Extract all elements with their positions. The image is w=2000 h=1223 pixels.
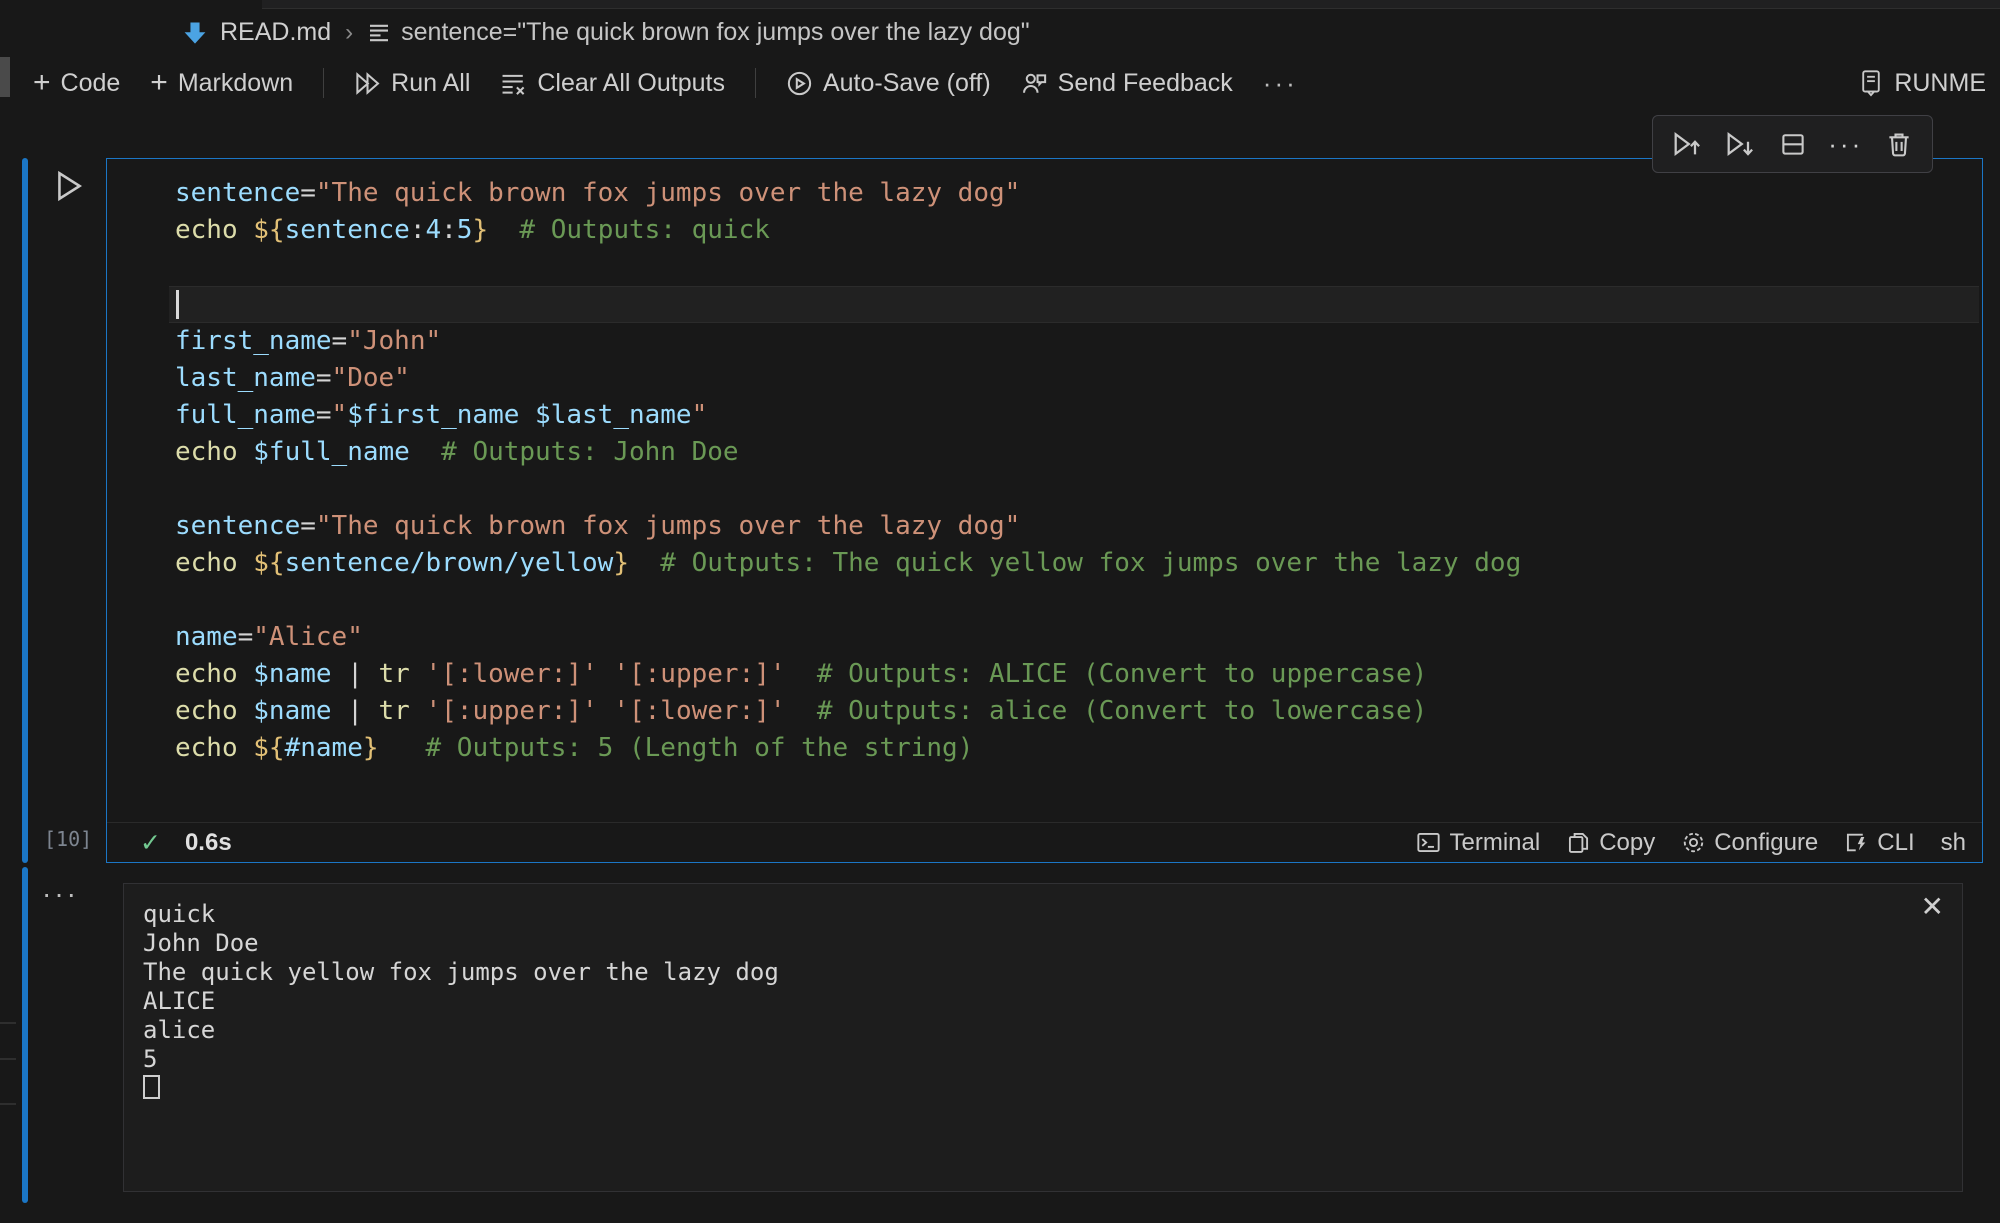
output-line: ALICE <box>143 987 1942 1016</box>
code-line[interactable]: echo $full_name # Outputs: John Doe <box>175 434 1982 471</box>
auto-save-toggle[interactable]: Auto-Save (off) <box>786 69 991 98</box>
terminal-icon <box>1416 830 1441 855</box>
code-lines: sentence="The quick brown fox jumps over… <box>175 175 1982 767</box>
configure-button[interactable]: Configure <box>1681 829 1818 857</box>
toolbar-divider <box>323 68 324 98</box>
markdown-file-icon <box>182 20 208 46</box>
code-line[interactable]: last_name="Doe" <box>175 360 1982 397</box>
add-markdown-label: Markdown <box>178 69 293 98</box>
execution-count-label: [10] <box>44 827 92 851</box>
code-line[interactable]: echo ${sentence/brown/yellow} # Outputs:… <box>175 545 1982 582</box>
cli-icon <box>1844 830 1869 855</box>
notebook-toolbar: + Code + Markdown Run All Clear All Outp… <box>0 56 2000 110</box>
runme-icon <box>1858 69 1884 97</box>
code-line[interactable] <box>175 582 1982 619</box>
breadcrumb-section[interactable]: sentence="The quick brown fox jumps over… <box>367 18 1030 47</box>
plus-icon: + <box>33 68 51 98</box>
clear-outputs-icon <box>500 70 527 97</box>
left-gutter-mark <box>0 1103 16 1105</box>
toolbar-more-button[interactable]: ··· <box>1263 68 1298 99</box>
tab-bar-edge <box>0 0 2000 9</box>
plus-icon: + <box>150 68 168 98</box>
output-focus-indicator[interactable] <box>22 867 28 1203</box>
output-line: The quick yellow fox jumps over the lazy… <box>143 958 1942 987</box>
output-line: quick <box>143 900 1942 929</box>
execution-duration: 0.6s <box>185 829 232 857</box>
add-code-label: Code <box>61 69 121 98</box>
output-line: 5 <box>143 1045 1942 1074</box>
code-line[interactable] <box>175 471 1982 508</box>
code-line[interactable]: sentence="The quick brown fox jumps over… <box>175 508 1982 545</box>
cli-label: CLI <box>1877 829 1914 857</box>
runme-extension-button[interactable]: RUNME <box>1858 69 1986 98</box>
cell-status-bar: ✓ 0.6s Terminal Copy <box>107 822 1982 862</box>
terminal-label: Terminal <box>1449 829 1540 857</box>
output-line: John Doe <box>143 929 1942 958</box>
code-line[interactable]: echo ${#name} # Outputs: 5 (Length of th… <box>175 730 1982 767</box>
output-more-actions[interactable]: ··· <box>42 878 79 910</box>
breadcrumb-file[interactable]: READ.md <box>220 18 331 47</box>
terminal-button[interactable]: Terminal <box>1416 829 1540 857</box>
code-cell: sentence="The quick brown fox jumps over… <box>106 158 1983 863</box>
run-all-button[interactable]: Run All <box>354 69 470 98</box>
send-feedback-button[interactable]: Send Feedback <box>1021 69 1233 98</box>
split-cell-button[interactable] <box>1776 127 1810 161</box>
output-lines: quickJohn DoeThe quick yellow fox jumps … <box>143 900 1942 1103</box>
symbol-list-icon <box>367 21 391 45</box>
copy-label: Copy <box>1599 829 1655 857</box>
code-line[interactable]: first_name="John" <box>175 323 1982 360</box>
toolbar-divider <box>755 68 756 98</box>
clear-all-outputs-button[interactable]: Clear All Outputs <box>500 69 725 98</box>
cell-editor[interactable]: sentence="The quick brown fox jumps over… <box>107 159 1982 821</box>
send-feedback-label: Send Feedback <box>1058 69 1233 98</box>
code-line[interactable]: sentence="The quick brown fox jumps over… <box>175 175 1982 212</box>
close-output-icon[interactable]: ✕ <box>1921 892 1944 921</box>
cell-status-actions: Terminal Copy Configure <box>1416 829 1966 857</box>
copy-button[interactable]: Copy <box>1566 829 1655 857</box>
cell-focus-indicator[interactable] <box>22 158 28 863</box>
success-check-icon: ✓ <box>140 828 161 858</box>
breadcrumb-separator-icon: › <box>343 19 355 47</box>
language-picker[interactable]: sh <box>1941 829 1966 857</box>
code-line[interactable] <box>169 286 1979 323</box>
vscode-notebook-window: READ.md › sentence="The quick brown fox … <box>0 0 2000 1223</box>
left-gutter-mark <box>0 1058 16 1060</box>
execute-above-button[interactable] <box>1669 127 1703 161</box>
output-line: alice <box>143 1016 1942 1045</box>
feedback-icon <box>1021 70 1048 97</box>
runme-label: RUNME <box>1894 69 1986 98</box>
cli-button[interactable]: CLI <box>1844 829 1914 857</box>
terminal-cursor <box>143 1075 160 1099</box>
code-line[interactable]: full_name="$first_name $last_name" <box>175 397 1982 434</box>
gear-icon <box>1681 830 1706 855</box>
code-line[interactable]: echo ${sentence:4:5} # Outputs: quick <box>175 212 1982 249</box>
run-all-icon <box>354 70 381 97</box>
breadcrumb: READ.md › sentence="The quick brown fox … <box>0 9 2000 56</box>
add-code-cell-button[interactable]: + Code <box>33 68 120 98</box>
code-line[interactable]: name="Alice" <box>175 619 1982 656</box>
add-markdown-cell-button[interactable]: + Markdown <box>150 68 293 98</box>
clear-all-outputs-label: Clear All Outputs <box>537 69 725 98</box>
auto-save-icon <box>786 70 813 97</box>
copy-icon <box>1566 830 1591 855</box>
code-line[interactable] <box>175 249 1982 286</box>
cell-more-actions-button[interactable]: ··· <box>1829 127 1863 161</box>
configure-label: Configure <box>1714 829 1818 857</box>
execute-below-button[interactable] <box>1722 127 1756 161</box>
breadcrumb-section-label: sentence="The quick brown fox jumps over… <box>401 18 1030 47</box>
run-all-label: Run All <box>391 69 470 98</box>
code-line[interactable]: echo $name | tr '[:lower:]' '[:upper:]' … <box>175 656 1982 693</box>
left-gutter-mark <box>0 1022 16 1024</box>
code-line[interactable]: echo $name | tr '[:upper:]' '[:lower:]' … <box>175 693 1982 730</box>
auto-save-label: Auto-Save (off) <box>823 69 991 98</box>
delete-cell-button[interactable] <box>1882 127 1916 161</box>
run-cell-button[interactable] <box>52 168 88 206</box>
cell-toolbar: ··· <box>1652 115 1933 173</box>
text-cursor <box>176 290 179 319</box>
cell-output-terminal[interactable]: quickJohn DoeThe quick yellow fox jumps … <box>123 883 1963 1192</box>
